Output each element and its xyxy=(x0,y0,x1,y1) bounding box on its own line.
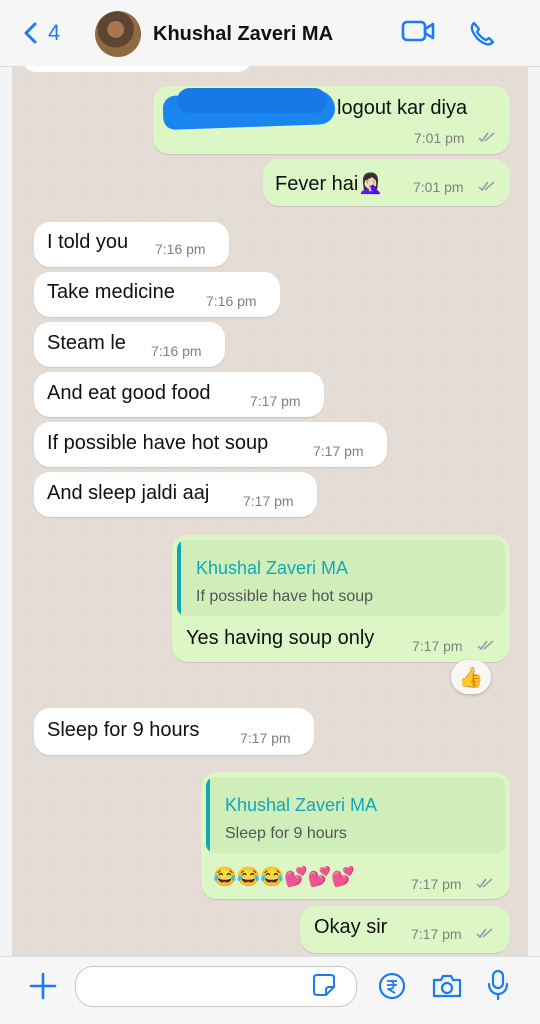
message-bubble[interactable]: Khushal Zaveri MA Sleep for 9 hours 😂😂😂💕… xyxy=(201,772,510,899)
rupee-payment-icon[interactable] xyxy=(378,972,406,1000)
plus-icon[interactable] xyxy=(29,972,57,1000)
message-time: 7:16 pm xyxy=(206,293,257,309)
message-bubble[interactable]: And eat good food 7:17 pm xyxy=(34,372,324,417)
message-time: 7:17 pm xyxy=(411,876,462,892)
double-check-icon xyxy=(478,132,495,143)
message-text: 😂😂😂💕💕💕 xyxy=(213,867,355,888)
quote-author: Khushal Zaveri MA xyxy=(225,795,378,815)
microphone-icon[interactable] xyxy=(486,969,510,1001)
message-bubble[interactable]: And sleep jaldi aaj 7:17 pm xyxy=(34,472,317,517)
message-time: 7:17 pm xyxy=(243,493,294,509)
message-time: 7:01 pm xyxy=(414,130,465,146)
quoted-reply[interactable]: Khushal Zaveri MA Sleep for 9 hours xyxy=(206,777,505,853)
message-bubble[interactable]: logout kar diya 7:01 pm xyxy=(153,86,510,154)
message-bubble[interactable]: Sleep for 9 hours 7:17 pm xyxy=(34,708,314,755)
quote-text: If possible have hot soup xyxy=(196,588,374,605)
message-text: Fever hai🤦🏻‍♀️ xyxy=(275,173,384,195)
message-bubble[interactable]: Okay sir 7:17 pm xyxy=(300,906,510,953)
quote-bar xyxy=(177,540,181,616)
message-bubble[interactable]: Steam le 7:16 pm xyxy=(34,322,225,367)
message-time: 7:16 pm xyxy=(151,343,202,359)
quote-text: Sleep for 9 hours xyxy=(225,825,347,842)
contact-avatar[interactable] xyxy=(95,11,141,57)
message-bubble[interactable]: Khushal Zaveri MA If possible have hot s… xyxy=(172,535,510,662)
chat-area[interactable]: logout kar diya 7:01 pm Fever hai🤦🏻‍♀️ 7… xyxy=(12,66,528,956)
message-bubble[interactable]: I told you 7:16 pm xyxy=(34,222,229,267)
message-time: 7:16 pm xyxy=(155,241,206,257)
back-button[interactable]: 4 xyxy=(22,20,60,46)
message-text: I told you xyxy=(47,231,129,253)
message-text: Sleep for 9 hours xyxy=(47,719,200,741)
message-time: 7:17 pm xyxy=(240,730,291,746)
video-camera-icon[interactable] xyxy=(401,19,435,45)
message-text: And sleep jaldi aaj xyxy=(47,482,210,504)
quote-bar xyxy=(206,777,210,853)
phone-icon[interactable] xyxy=(468,20,496,48)
redacted-text-overlay xyxy=(177,88,327,113)
message-text: And eat good food xyxy=(47,382,211,404)
message-bubble[interactable]: Take medicine 7:16 pm xyxy=(34,272,280,317)
message-text: Take medicine xyxy=(47,281,175,303)
quote-author: Khushal Zaveri MA xyxy=(196,558,349,578)
double-check-icon xyxy=(478,181,495,192)
message-text: logout kar diya xyxy=(337,97,468,119)
quoted-reply[interactable]: Khushal Zaveri MA If possible have hot s… xyxy=(177,540,505,616)
message-text: Yes having soup only xyxy=(186,627,375,649)
chat-header: 4 Khushal Zaveri MA xyxy=(0,0,540,67)
message-time: 7:17 pm xyxy=(250,393,301,409)
message-time: 7:17 pm xyxy=(411,926,462,942)
message-time: 7:17 pm xyxy=(313,443,364,459)
sticker-icon[interactable] xyxy=(312,973,336,997)
message-text: Steam le xyxy=(47,332,126,354)
message-time: 7:17 pm xyxy=(412,638,463,654)
double-check-icon xyxy=(476,928,493,939)
double-check-icon xyxy=(477,640,494,651)
camera-icon[interactable] xyxy=(431,973,463,999)
message-input-bar xyxy=(0,956,540,1024)
message-bubble[interactable]: Fever hai🤦🏻‍♀️ 7:01 pm xyxy=(263,159,510,206)
double-check-icon xyxy=(476,878,493,889)
message-text: If possible have hot soup xyxy=(47,432,269,454)
thumbs-up-reaction[interactable]: 👍 xyxy=(451,660,491,694)
message-time: 7:01 pm xyxy=(413,179,464,195)
chevron-left-icon xyxy=(24,22,37,44)
previous-message-fragment xyxy=(22,66,252,72)
message-text: Okay sir xyxy=(314,916,388,938)
message-bubble[interactable]: If possible have hot soup 7:17 pm xyxy=(34,422,387,467)
contact-name[interactable]: Khushal Zaveri MA xyxy=(153,23,333,46)
back-count: 4 xyxy=(48,20,61,45)
